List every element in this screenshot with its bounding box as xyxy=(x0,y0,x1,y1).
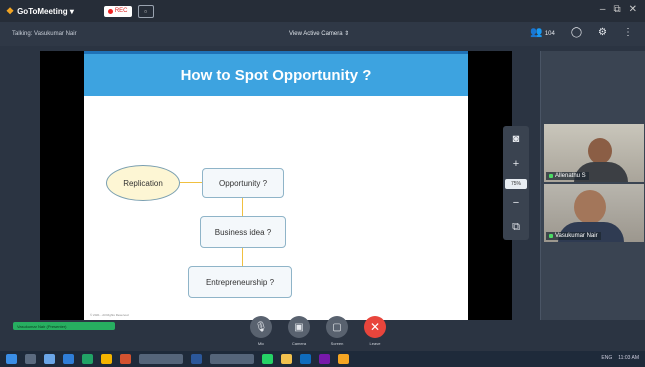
mic-button[interactable]: 🎙 Mic xyxy=(249,316,273,346)
minus-icon: − xyxy=(512,197,520,209)
record-dot-icon xyxy=(107,8,113,14)
square-icon: ▫ xyxy=(144,6,147,16)
minimize-button[interactable]: – xyxy=(600,4,606,15)
zoom-panel: ◙ + 75% − ⧉ xyxy=(503,126,529,240)
gear-icon[interactable]: ⚙ xyxy=(598,27,607,38)
taskbar-window[interactable] xyxy=(139,354,183,364)
people-icon: 👥 xyxy=(530,27,543,38)
restore-button[interactable]: ⧉ xyxy=(613,4,620,15)
screen-button[interactable]: ▢ Screen xyxy=(325,316,349,346)
zoom-in-button[interactable]: + xyxy=(507,155,525,173)
app-menu[interactable]: GoToMeeting ▾ xyxy=(17,7,74,16)
participant-tile[interactable]: Vasukumar Nair xyxy=(544,184,644,242)
microphone-icon: 🎙 xyxy=(250,316,272,338)
fit-screen-button[interactable]: ⧉ xyxy=(507,218,525,236)
info-bar: Talking: Vasukumar Nair View Active Came… xyxy=(0,22,645,46)
plus-icon: + xyxy=(512,158,520,170)
system-tray: ENG 11:03 AM xyxy=(601,355,639,361)
attendee-count: 104 xyxy=(544,31,555,37)
screen-label: Screen xyxy=(330,341,344,346)
connector-line xyxy=(242,248,243,266)
presentation-slide: How to Spot Opportunity ? Replication Op… xyxy=(84,51,468,320)
camera-button[interactable]: ▣ Camera xyxy=(287,316,311,346)
recording-label: REC xyxy=(114,8,128,14)
fit-screen-icon: ⧉ xyxy=(512,220,520,233)
chat-icon[interactable]: ◯ xyxy=(571,27,582,38)
connector-line xyxy=(242,198,243,216)
search-icon[interactable] xyxy=(25,354,36,364)
connector-line xyxy=(180,182,202,183)
zoom-out-button[interactable]: − xyxy=(507,194,525,212)
gotomeeting-logo-icon: ❖ xyxy=(6,5,15,16)
task-view-icon[interactable] xyxy=(44,354,55,364)
talking-indicator: Talking: Vasukumar Nair xyxy=(12,31,77,37)
participant-avatar xyxy=(574,190,606,224)
gotomeeting-taskbar-icon[interactable] xyxy=(338,354,349,364)
clock[interactable]: 11:03 AM xyxy=(618,355,639,361)
onenote-icon[interactable] xyxy=(319,354,330,364)
entrepreneurship-box: Entrepreneurship ? xyxy=(188,266,292,298)
excel-icon[interactable] xyxy=(82,354,93,364)
slide-title: How to Spot Opportunity ? xyxy=(180,66,372,84)
taskbar-window[interactable] xyxy=(210,354,254,364)
close-icon: ✕ xyxy=(364,316,386,338)
view-camera-dropdown[interactable]: View Active Camera ⇕ xyxy=(289,30,349,37)
presenter-status-pill[interactable]: Vasukumar Nair (Presenter) xyxy=(13,322,115,330)
word-icon[interactable] xyxy=(191,354,202,364)
more-options-icon[interactable]: ⋮ xyxy=(623,27,633,38)
participant-name-tag: Vasukumar Nair xyxy=(546,232,601,240)
close-button[interactable]: ✕ xyxy=(629,4,637,15)
powerpoint-icon[interactable] xyxy=(120,354,131,364)
whatsapp-icon[interactable] xyxy=(262,354,273,364)
settings-square-button[interactable]: ▫ xyxy=(137,4,154,18)
screen-share-icon: ▢ xyxy=(326,316,348,338)
participant-name-tag: Allenathu S xyxy=(546,172,589,180)
camera-icon: ◙ xyxy=(512,133,520,145)
mic-label: Mic xyxy=(257,341,265,346)
os-taskbar: ENG 11:03 AM xyxy=(0,351,645,367)
leave-button[interactable]: ✕ Leave xyxy=(363,316,387,346)
store-icon[interactable] xyxy=(63,354,74,364)
zoom-level: 75% xyxy=(505,179,527,189)
folder-icon[interactable] xyxy=(281,354,292,364)
participants-panel: Allenathu S Vasukumar Nair xyxy=(540,51,645,320)
chrome-icon[interactable] xyxy=(101,354,112,364)
mic-active-icon xyxy=(549,234,553,238)
slide-header: How to Spot Opportunity ? xyxy=(84,51,468,96)
outlook-icon[interactable] xyxy=(300,354,311,364)
participant-avatar xyxy=(588,138,612,164)
language-indicator[interactable]: ENG xyxy=(601,355,612,361)
camera-label: Camera xyxy=(291,341,307,346)
business-idea-box: Business idea ? xyxy=(200,216,286,248)
participant-name: Vasukumar Nair xyxy=(555,233,598,239)
participant-name: Allenathu S xyxy=(555,173,586,179)
replication-oval: Replication xyxy=(106,165,180,201)
opportunity-box: Opportunity ? xyxy=(202,168,284,198)
info-actions: 👥 104 ◯ ⚙ ⋮ xyxy=(530,27,633,38)
windows-start-icon[interactable] xyxy=(6,354,17,364)
participant-tile[interactable]: Allenathu S xyxy=(544,124,644,182)
meeting-controls: Vasukumar Nair (Presenter) 🎙 Mic ▣ Camer… xyxy=(0,310,645,350)
shared-screen: How to Spot Opportunity ? Replication Op… xyxy=(40,51,512,320)
attendees-button[interactable]: 👥 104 xyxy=(530,27,554,38)
leave-label: Leave xyxy=(369,341,381,346)
mic-active-icon xyxy=(549,174,553,178)
video-camera-icon: ▣ xyxy=(288,316,310,338)
recording-badge[interactable]: REC xyxy=(103,5,132,17)
title-bar: ❖ GoToMeeting ▾ REC ▫ – ⧉ ✕ xyxy=(0,0,645,22)
screenshot-button[interactable]: ◙ xyxy=(507,130,525,148)
window-controls: – ⧉ ✕ xyxy=(600,4,637,15)
